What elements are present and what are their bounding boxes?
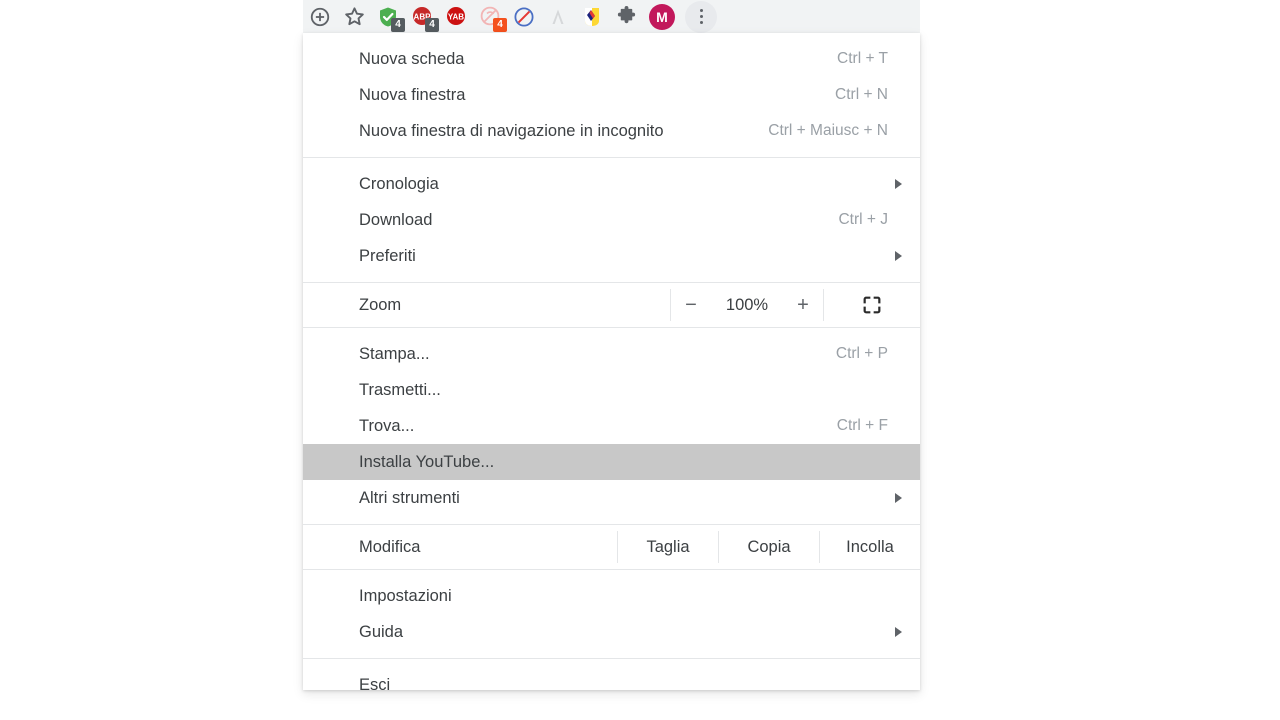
menu-item-label: Nuova finestra bbox=[359, 85, 466, 104]
zoom-level-text: 100% bbox=[725, 295, 769, 314]
paste-label: Incolla bbox=[846, 537, 894, 556]
menu-item-shortcut: Ctrl + N bbox=[835, 86, 888, 103]
star-icon bbox=[344, 7, 364, 26]
menu-item-label: Nuova scheda bbox=[359, 49, 465, 68]
fullscreen-button[interactable] bbox=[824, 283, 920, 327]
circle-plus-icon bbox=[310, 7, 330, 26]
menu-item-shortcut: Ctrl + F bbox=[836, 417, 888, 434]
menu-item-esci[interactable]: Esci bbox=[303, 667, 920, 691]
menu-item-altri-strumenti[interactable]: Altri strumenti bbox=[303, 480, 920, 516]
copy-button[interactable]: Copia bbox=[719, 525, 819, 569]
pad bbox=[303, 570, 920, 578]
browser-toolbar: 4 ABP 4 YAB 4 M bbox=[303, 0, 920, 33]
avatar-initial: M bbox=[656, 8, 668, 25]
menu-item-label: Esci bbox=[359, 675, 391, 691]
extension-badge: 4 bbox=[391, 17, 405, 32]
menu-item-stampa[interactable]: Stampa... Ctrl + P bbox=[303, 336, 920, 372]
extension-badge: 4 bbox=[493, 17, 507, 32]
menu-item-label: Impostazioni bbox=[359, 586, 452, 605]
chrome-main-menu: Nuova scheda Ctrl + T Nuova finestra Ctr… bbox=[303, 33, 920, 690]
pad bbox=[303, 328, 920, 336]
edit-label: Modifica bbox=[303, 525, 617, 569]
menu-item-preferiti[interactable]: Preferiti bbox=[303, 238, 920, 274]
menu-item-shortcut: Ctrl + P bbox=[835, 345, 888, 362]
menu-item-nuova-finestra-incognito[interactable]: Nuova finestra di navigazione in incogni… bbox=[303, 113, 920, 149]
bookmark-star-icon[interactable] bbox=[337, 2, 371, 32]
menu-item-label: Download bbox=[359, 210, 433, 229]
edit-row: Modifica Taglia Copia Incolla bbox=[303, 525, 920, 569]
pad bbox=[303, 158, 920, 166]
menu-item-impostazioni[interactable]: Impostazioni bbox=[303, 578, 920, 614]
colorful-flag-icon bbox=[585, 7, 599, 26]
extensions-puzzle-icon[interactable] bbox=[609, 2, 643, 32]
zoom-in-label: + bbox=[797, 294, 809, 316]
extension-yandex-adblock-icon[interactable]: YAB bbox=[439, 2, 473, 32]
menu-item-label: Stampa... bbox=[359, 344, 430, 363]
menu-item-download[interactable]: Download Ctrl + J bbox=[303, 202, 920, 238]
pad bbox=[303, 659, 920, 667]
fullscreen-icon bbox=[863, 296, 881, 314]
extension-a-icon[interactable] bbox=[541, 2, 575, 32]
extension-shield-icon[interactable]: 4 bbox=[371, 2, 405, 32]
extension-blocker-icon[interactable]: 4 bbox=[473, 2, 507, 32]
zoom-row: Zoom − 100% + bbox=[303, 283, 920, 327]
zoom-label-text: Zoom bbox=[359, 295, 402, 314]
avatar: M bbox=[649, 3, 675, 30]
edit-label-text: Modifica bbox=[359, 537, 421, 556]
zoom-label: Zoom bbox=[303, 283, 670, 327]
chrome-menu-button[interactable] bbox=[681, 0, 721, 33]
letter-a-icon bbox=[552, 9, 564, 24]
pad bbox=[303, 149, 920, 157]
chevron-right-icon bbox=[895, 627, 902, 637]
menu-item-label: Installa YouTube... bbox=[359, 452, 495, 471]
pad bbox=[303, 516, 920, 524]
svg-text:YAB: YAB bbox=[448, 12, 464, 21]
zoom-in-button[interactable]: + bbox=[783, 283, 823, 327]
install-app-icon[interactable] bbox=[303, 2, 337, 32]
pad bbox=[303, 650, 920, 658]
menu-item-label: Nuova finestra di navigazione in incogni… bbox=[359, 121, 664, 140]
cut-label: Taglia bbox=[646, 537, 690, 556]
menu-item-label: Trasmetti... bbox=[359, 380, 441, 399]
chevron-right-icon bbox=[895, 179, 902, 189]
cut-button[interactable]: Taglia bbox=[618, 525, 718, 569]
menu-item-nuova-finestra[interactable]: Nuova finestra Ctrl + N bbox=[303, 77, 920, 113]
extension-colorful-icon[interactable] bbox=[575, 2, 609, 32]
menu-item-label: Altri strumenti bbox=[359, 488, 460, 507]
puzzle-icon bbox=[617, 5, 635, 24]
pad bbox=[303, 274, 920, 282]
menu-item-installa-youtube[interactable]: Installa YouTube... bbox=[303, 444, 920, 480]
menu-item-label: Guida bbox=[359, 622, 404, 641]
chevron-right-icon bbox=[895, 493, 902, 503]
extension-badge: 4 bbox=[425, 17, 439, 32]
menu-item-label: Preferiti bbox=[359, 246, 416, 265]
menu-item-label: Trova... bbox=[359, 416, 415, 435]
no-entry-icon bbox=[514, 6, 534, 27]
menu-item-shortcut: Ctrl + J bbox=[838, 211, 888, 228]
menu-item-nuova-scheda[interactable]: Nuova scheda Ctrl + T bbox=[303, 41, 920, 77]
menu-item-cronologia[interactable]: Cronologia bbox=[303, 166, 920, 202]
extension-adblockplus-icon[interactable]: ABP 4 bbox=[405, 2, 439, 32]
zoom-out-button[interactable]: − bbox=[671, 283, 711, 327]
yab-icon: YAB bbox=[447, 6, 465, 25]
menu-item-trova[interactable]: Trova... Ctrl + F bbox=[303, 408, 920, 444]
zoom-out-label: − bbox=[685, 294, 697, 316]
copy-label: Copia bbox=[747, 537, 791, 556]
paste-button[interactable]: Incolla bbox=[820, 525, 920, 569]
menu-item-shortcut: Ctrl + Maiusc + N bbox=[768, 122, 888, 139]
menu-item-guida[interactable]: Guida bbox=[303, 614, 920, 650]
profile-avatar[interactable]: M bbox=[643, 2, 681, 32]
menu-item-shortcut: Ctrl + T bbox=[837, 50, 888, 67]
menu-top-pad bbox=[303, 33, 920, 41]
zoom-level-value: 100% bbox=[711, 283, 783, 327]
menu-item-label: Cronologia bbox=[359, 174, 439, 193]
three-dots-icon bbox=[685, 0, 717, 33]
chevron-right-icon bbox=[895, 251, 902, 261]
menu-item-trasmetti[interactable]: Trasmetti... bbox=[303, 372, 920, 408]
browser-screen: 4 ABP 4 YAB 4 M Nuova scheda Ctrl + T Nu… bbox=[0, 0, 1280, 720]
extension-noscript-icon[interactable] bbox=[507, 2, 541, 32]
